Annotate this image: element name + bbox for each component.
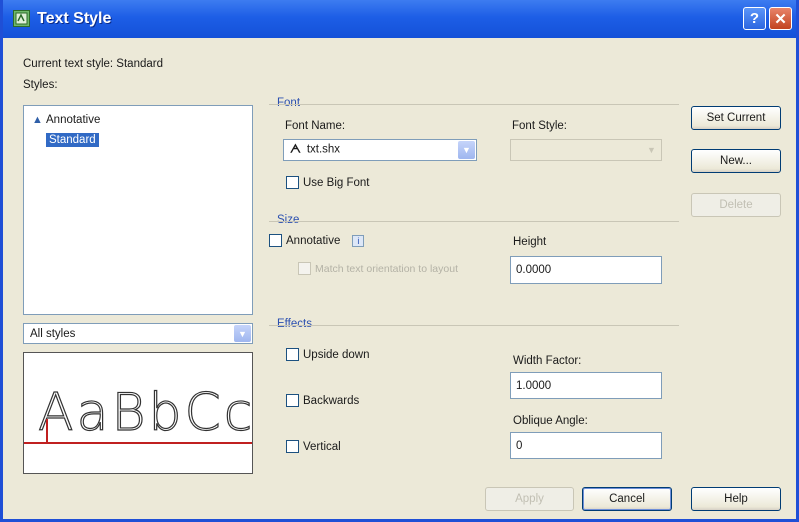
set-current-button[interactable]: Set Current bbox=[691, 106, 781, 130]
close-icon: ✕ bbox=[774, 10, 787, 28]
vertical-checkbox[interactable]: Vertical bbox=[286, 440, 341, 453]
window-title: Text Style bbox=[37, 10, 112, 27]
height-value: 0.0000 bbox=[516, 264, 552, 276]
annotative-triangle-icon: ▲ bbox=[32, 114, 43, 126]
oblique-angle-input[interactable]: 0 bbox=[510, 432, 662, 459]
preview-marker bbox=[46, 419, 48, 443]
checkbox-box[interactable] bbox=[286, 440, 299, 453]
font-style-label: Font Style: bbox=[512, 120, 567, 132]
list-item-label: Standard bbox=[46, 133, 99, 147]
style-preview: AaBbCc bbox=[23, 352, 253, 474]
question-icon: ? bbox=[749, 10, 760, 27]
apply-label: Apply bbox=[515, 493, 544, 505]
cancel-label: Cancel bbox=[609, 493, 645, 505]
font-name-value: txt.shx bbox=[306, 143, 341, 156]
font-name-select[interactable]: ᗅ txt.shx ▼ bbox=[283, 139, 477, 161]
backwards-label: Backwards bbox=[303, 394, 360, 407]
list-item-standard[interactable]: Standard bbox=[32, 132, 99, 148]
annotative-checkbox[interactable]: Annotative i bbox=[269, 234, 365, 247]
checkbox-box[interactable] bbox=[286, 176, 299, 189]
text-style-dialog: Text Style ? ✕ Current text style: Stand… bbox=[0, 0, 799, 522]
width-factor-label: Width Factor: bbox=[513, 355, 582, 367]
preview-baseline bbox=[24, 442, 252, 444]
font-name-value-wrap: ᗅ txt.shx bbox=[290, 144, 340, 157]
checkbox-box[interactable] bbox=[269, 234, 282, 247]
list-item-label: Annotative bbox=[46, 114, 101, 126]
new-button[interactable]: New... bbox=[691, 149, 781, 173]
font-group-divider bbox=[269, 104, 679, 105]
font-style-select[interactable]: ▼ bbox=[510, 139, 662, 161]
delete-label: Delete bbox=[719, 199, 753, 211]
chevron-down-icon: ▼ bbox=[643, 141, 660, 159]
help-title-button[interactable]: ? bbox=[743, 7, 766, 30]
title-bar[interactable]: Text Style ? ✕ bbox=[3, 0, 796, 38]
font-group-title: Font bbox=[277, 97, 301, 109]
height-input[interactable]: 0.0000 bbox=[510, 256, 662, 284]
cancel-button[interactable]: Cancel bbox=[582, 487, 672, 511]
preview-sample-text: AaBbCc bbox=[37, 382, 253, 443]
help-label: Help bbox=[724, 493, 748, 505]
use-big-font-label: Use Big Font bbox=[303, 176, 370, 189]
upside-down-checkbox[interactable]: Upside down bbox=[286, 348, 369, 361]
oblique-angle-label: Oblique Angle: bbox=[513, 415, 588, 427]
use-big-font-checkbox[interactable]: Use Big Font bbox=[286, 176, 369, 189]
effects-group-title: Effects bbox=[277, 318, 312, 330]
shx-font-icon: ᗅ bbox=[290, 143, 301, 156]
size-group-divider bbox=[269, 221, 679, 222]
checkbox-box[interactable] bbox=[286, 348, 299, 361]
apply-button: Apply bbox=[485, 487, 574, 511]
chevron-down-icon[interactable]: ▼ bbox=[458, 141, 475, 159]
styles-list[interactable]: ▲ Annotative Standard bbox=[23, 105, 253, 315]
annotative-label: Annotative bbox=[286, 234, 341, 247]
text-style-app-icon bbox=[13, 10, 30, 27]
upside-down-label: Upside down bbox=[303, 348, 370, 361]
new-label: New... bbox=[720, 155, 752, 167]
styles-filter-value: All styles bbox=[30, 327, 76, 340]
list-item-annotative[interactable]: ▲ Annotative bbox=[32, 112, 100, 128]
delete-button: Delete bbox=[691, 193, 781, 217]
current-style-label: Current text style: Standard bbox=[23, 58, 163, 70]
match-orientation-label: Match text orientation to layout bbox=[315, 263, 458, 275]
font-name-label: Font Name: bbox=[285, 120, 346, 132]
help-button[interactable]: Help bbox=[691, 487, 781, 511]
checkbox-box[interactable] bbox=[286, 394, 299, 407]
width-factor-value: 1.0000 bbox=[516, 379, 552, 392]
vertical-label: Vertical bbox=[303, 440, 341, 453]
chevron-down-icon[interactable]: ▼ bbox=[234, 325, 251, 342]
oblique-angle-value: 0 bbox=[516, 439, 523, 452]
size-group-title: Size bbox=[277, 214, 300, 226]
match-orientation-checkbox: Match text orientation to layout bbox=[298, 262, 465, 276]
effects-group-divider bbox=[269, 325, 679, 326]
info-icon[interactable]: i bbox=[352, 234, 365, 247]
close-button[interactable]: ✕ bbox=[769, 7, 792, 30]
checkbox-box bbox=[298, 262, 311, 275]
width-factor-input[interactable]: 1.0000 bbox=[510, 372, 662, 399]
height-label: Height bbox=[513, 236, 547, 248]
styles-label: Styles: bbox=[23, 79, 58, 91]
set-current-label: Set Current bbox=[706, 112, 766, 124]
backwards-checkbox[interactable]: Backwards bbox=[286, 394, 359, 407]
styles-filter-select[interactable]: All styles ▼ bbox=[23, 323, 253, 344]
